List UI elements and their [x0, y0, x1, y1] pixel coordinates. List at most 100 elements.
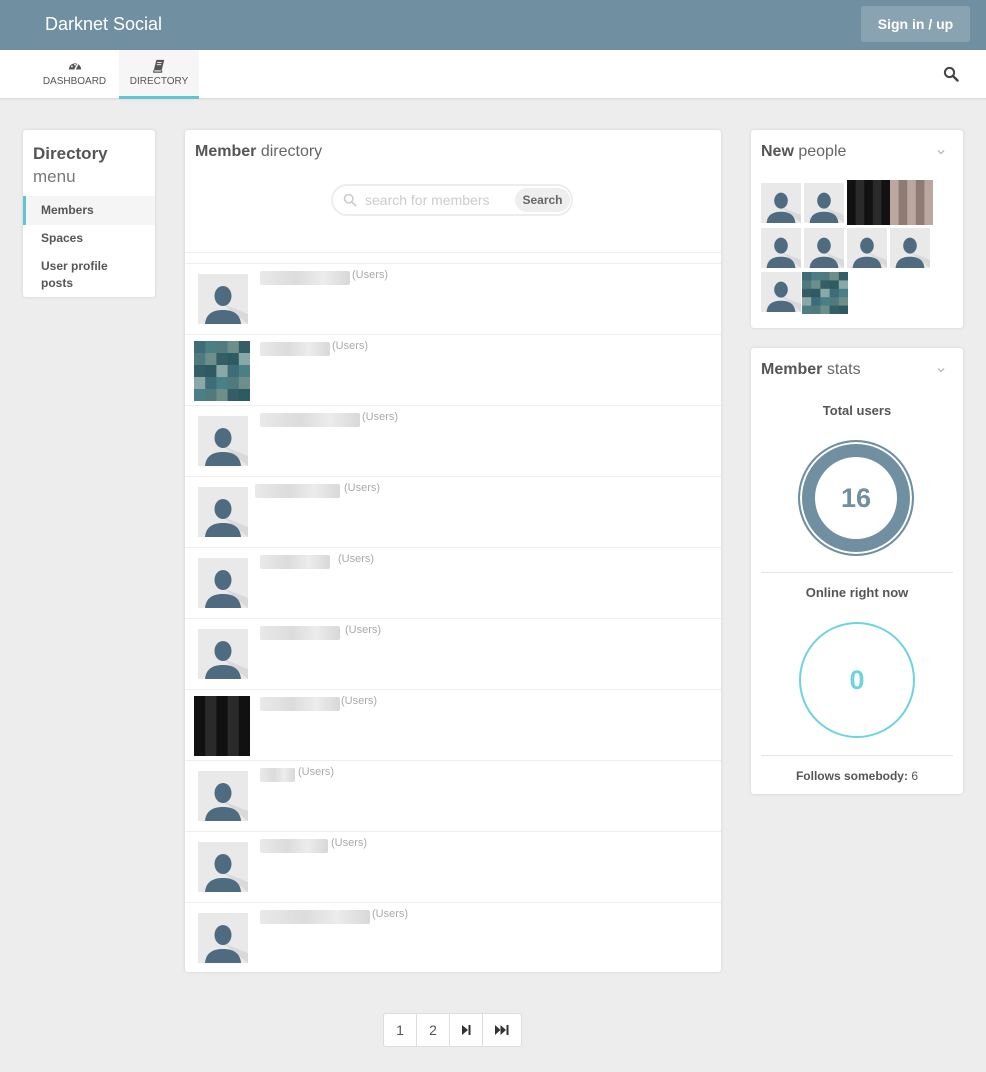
next-page-button[interactable] — [450, 1014, 483, 1046]
search-icon[interactable] — [943, 66, 959, 82]
member-row[interactable]: (Users) — [185, 476, 721, 547]
search-input[interactable] — [365, 191, 511, 209]
member-avatar[interactable] — [194, 341, 250, 401]
title-bold: Member — [195, 143, 257, 160]
divider — [761, 572, 953, 573]
member-directory-panel: Member directory Search (Users) (Users) (U… — [185, 130, 721, 972]
panel-title: Member directory — [195, 143, 322, 161]
last-page-icon — [495, 1025, 509, 1035]
menu-title-light: menu — [33, 167, 76, 186]
member-group: (Users) — [345, 624, 382, 636]
new-person-avatar[interactable] — [804, 183, 844, 223]
member-row[interactable]: (Users) — [185, 831, 721, 902]
member-avatar[interactable] — [198, 629, 248, 679]
title-bold: New — [761, 143, 794, 160]
online-value: 0 — [849, 665, 865, 695]
member-name[interactable] — [260, 626, 340, 640]
member-name[interactable] — [260, 413, 360, 427]
member-avatar[interactable] — [198, 487, 248, 537]
member-avatar[interactable] — [194, 696, 250, 756]
member-name[interactable] — [260, 910, 370, 924]
new-person-avatar[interactable] — [847, 180, 890, 225]
member-row[interactable]: (Users) — [185, 689, 721, 760]
member-row[interactable]: (Users) — [185, 547, 721, 618]
member-row[interactable]: (Users) — [185, 334, 721, 405]
member-name[interactable] — [260, 697, 340, 711]
new-person-avatar[interactable] — [802, 272, 848, 314]
tab-directory[interactable]: DIRECTORY — [119, 50, 199, 99]
member-avatar[interactable] — [198, 558, 248, 608]
member-group: (Users) — [362, 411, 399, 423]
member-avatar[interactable] — [198, 274, 248, 324]
panel-title: New people — [761, 143, 846, 161]
new-person-avatar[interactable] — [890, 180, 933, 225]
new-person-avatar[interactable] — [890, 228, 930, 268]
member-group: (Users) — [352, 269, 389, 281]
total-users-value: 16 — [840, 483, 872, 513]
follows-value: 6 — [911, 769, 919, 783]
new-person-avatar[interactable] — [761, 272, 801, 312]
member-avatar[interactable] — [198, 842, 248, 892]
member-name[interactable] — [260, 555, 330, 569]
member-name[interactable] — [255, 484, 340, 498]
nav-bar: DASHBOARD DIRECTORY — [0, 50, 986, 99]
tab-dashboard-label: DASHBOARD — [42, 76, 107, 87]
panel-title: Member stats — [761, 361, 861, 379]
menu-title-bold: Directory — [33, 144, 108, 163]
member-name[interactable] — [260, 768, 295, 782]
pagination: 1 2 — [383, 1013, 522, 1047]
directory-menu-panel: Directory menu Members Spaces User profi… — [23, 130, 155, 297]
member-group: (Users) — [298, 766, 335, 778]
online-label: Online right now — [805, 585, 909, 600]
sidebar-item-spaces[interactable]: Spaces — [23, 225, 155, 252]
new-person-avatar[interactable] — [804, 228, 844, 268]
member-name[interactable] — [260, 839, 328, 853]
new-person-avatar[interactable] — [761, 183, 801, 223]
total-users-label: Total users — [822, 403, 892, 418]
sign-in-button[interactable]: Sign in / up — [861, 6, 970, 42]
chevron-down-icon[interactable] — [936, 365, 946, 375]
menu-title: Directory menu — [33, 142, 108, 188]
dashboard-icon — [68, 63, 81, 70]
page-1-button[interactable]: 1 — [384, 1014, 417, 1046]
new-person-avatar[interactable] — [847, 228, 887, 268]
member-row[interactable]: (Users) — [185, 618, 721, 689]
member-avatar[interactable] — [198, 771, 248, 821]
member-avatar[interactable] — [198, 416, 248, 466]
tab-dashboard[interactable]: DASHBOARD — [30, 50, 119, 99]
title-light: directory — [260, 143, 323, 160]
member-stats-panel: Member stats Total users 16 Online right… — [751, 348, 963, 794]
member-row[interactable]: (Users) — [185, 902, 721, 973]
member-row[interactable]: (Users) — [185, 263, 721, 334]
sidebar-item-members[interactable]: Members — [23, 196, 155, 225]
new-person-avatar[interactable] — [761, 228, 801, 268]
title-light: stats — [826, 361, 861, 378]
member-group: (Users) — [341, 695, 378, 707]
member-group: (Users) — [331, 837, 368, 849]
book-icon — [153, 59, 165, 73]
member-group: (Users) — [344, 482, 381, 494]
search-button[interactable]: Search — [515, 188, 570, 212]
member-avatar[interactable] — [198, 913, 248, 963]
last-page-button[interactable] — [483, 1014, 521, 1046]
member-group: (Users) — [338, 553, 375, 565]
divider — [185, 252, 721, 253]
member-search: Search — [331, 184, 573, 216]
page-2-button[interactable]: 2 — [417, 1014, 450, 1046]
follows-label: Follows somebody: — [795, 769, 908, 783]
member-row[interactable]: (Users) — [185, 405, 721, 476]
title-light: people — [798, 143, 847, 160]
member-group: (Users) — [372, 908, 409, 920]
new-people-panel: New people — [751, 130, 963, 328]
chevron-down-icon[interactable] — [936, 147, 946, 157]
member-name[interactable] — [260, 342, 330, 356]
member-row[interactable]: (Users) — [185, 760, 721, 831]
top-bar: Darknet Social Sign in / up — [0, 0, 986, 50]
member-name[interactable] — [260, 271, 350, 285]
brand-name[interactable]: Darknet Social — [45, 14, 162, 35]
tab-directory-label: DIRECTORY — [129, 76, 189, 87]
sidebar-item-user-profile-posts[interactable]: User profile posts — [23, 258, 133, 292]
search-icon — [343, 193, 357, 207]
follows-somebody: Follows somebody: 6 — [751, 769, 963, 783]
divider — [761, 755, 953, 756]
